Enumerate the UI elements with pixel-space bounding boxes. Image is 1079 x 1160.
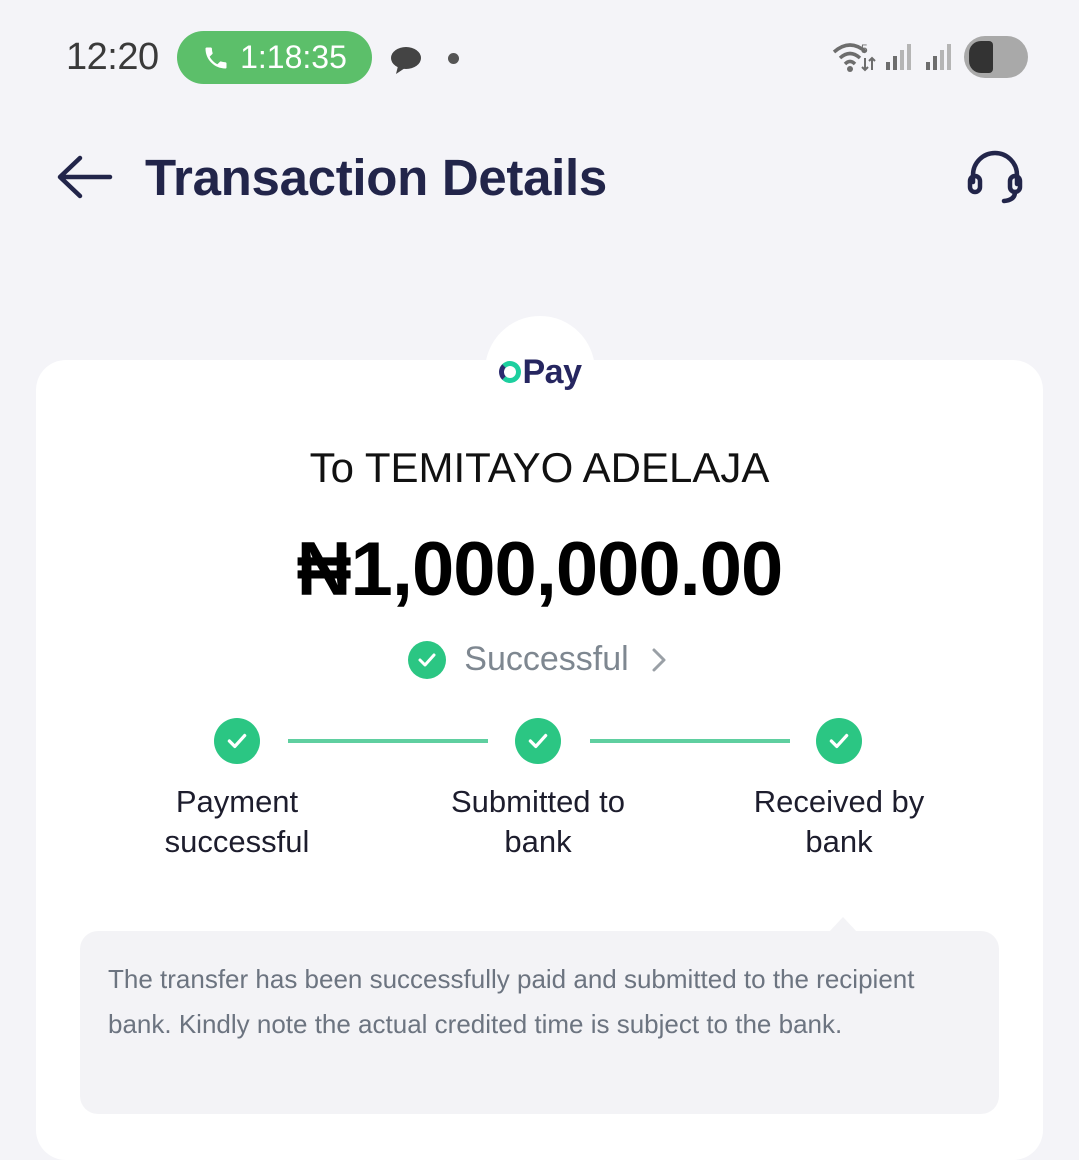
signal-strength-icon (886, 44, 911, 70)
step-connector-1 (288, 739, 488, 743)
notification-dot-icon (448, 53, 459, 64)
recipient-name: To TEMITAYO ADELAJA (309, 444, 770, 491)
step-connector-2 (590, 739, 790, 743)
logo-text: Pay (522, 352, 583, 391)
headset-support-icon[interactable] (964, 146, 1026, 208)
info-box-pointer (829, 917, 857, 932)
step-1-label: Payment successful (117, 782, 357, 862)
battery-icon (964, 36, 1028, 78)
step-2-check-icon (515, 718, 561, 764)
step-2-label: Submitted to bank (418, 782, 658, 862)
step-3-label: Received by bank (719, 782, 959, 862)
ongoing-call-pill[interactable]: 1:18:35 (177, 31, 372, 84)
status-time: 12:20 (66, 36, 159, 78)
success-check-icon (408, 640, 447, 679)
back-arrow-icon[interactable] (54, 150, 114, 204)
signal-strength-icon-2 (926, 44, 951, 70)
opay-logo: Pay (488, 350, 592, 394)
step-2-label-line2: bank (504, 824, 572, 859)
step-3-check-icon (816, 718, 862, 764)
status-bar: 12:20 1:18:35 5 (0, 0, 1079, 115)
step-1-label-line2: successful (164, 824, 310, 859)
network-type-label: 5 (861, 42, 868, 56)
phone-icon (205, 47, 227, 68)
logo-ring-icon (498, 361, 521, 383)
chevron-right-icon (652, 648, 666, 671)
chat-bubble-icon (391, 47, 421, 74)
call-duration: 1:18:35 (240, 39, 347, 75)
step-3-label-line1: Received by (753, 784, 925, 819)
status-link[interactable]: Successful (0, 640, 1079, 679)
step-1-check-icon (214, 718, 260, 764)
status-text: Successful (464, 640, 629, 678)
info-message: The transfer has been successfully paid … (108, 964, 915, 1039)
transaction-amount: ₦1,000,000.00 (296, 527, 784, 612)
wifi-icon: 5 (832, 42, 876, 72)
step-3-label-line2: bank (805, 824, 873, 859)
page-title: Transaction Details (145, 149, 607, 206)
step-2-label-line1: Submitted to (450, 784, 626, 819)
step-1-label-line1: Payment (175, 784, 299, 819)
